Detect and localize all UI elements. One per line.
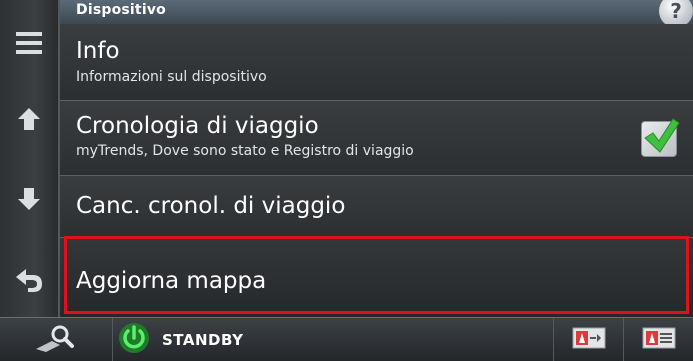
- media-play-button[interactable]: [553, 318, 624, 361]
- list-item-update-map[interactable]: Aggiorna mappa: [60, 238, 693, 319]
- item-subtitle: myTrends, Dove sono stato e Registro di …: [76, 143, 414, 159]
- standby-button[interactable]: STANDBY: [118, 322, 244, 358]
- search-map-icon: [34, 323, 78, 357]
- media-play-icon: [572, 327, 606, 353]
- search-map-button[interactable]: [0, 318, 113, 361]
- settings-list: Info Informazioni sul dispositivo Cronol…: [60, 24, 693, 319]
- power-icon: [118, 322, 150, 358]
- item-title: Cronologia di viaggio: [76, 113, 319, 139]
- arrow-up-icon: [15, 105, 43, 133]
- item-title: Canc. cronol. di viaggio: [76, 193, 346, 219]
- item-subtitle: Informazioni sul dispositivo: [76, 69, 267, 85]
- help-icon: ?: [670, 0, 682, 23]
- media-list-button[interactable]: [623, 318, 693, 361]
- bottom-bar: STANDBY: [0, 317, 693, 361]
- list-item-info[interactable]: Info Informazioni sul dispositivo: [60, 24, 693, 101]
- back-icon: [14, 265, 44, 293]
- page-title: Dispositivo: [76, 2, 166, 18]
- arrow-down-icon: [15, 185, 43, 213]
- list-item-travel-history[interactable]: Cronologia di viaggio myTrends, Dove son…: [60, 101, 693, 176]
- item-title: Info: [76, 38, 120, 64]
- item-title: Aggiorna mappa: [76, 268, 267, 294]
- device-settings-screen: Dispositivo ? Info Informazioni sul disp…: [0, 0, 693, 361]
- travel-history-checkbox[interactable]: [641, 118, 680, 157]
- scroll-down-button[interactable]: [6, 176, 52, 222]
- standby-label: STANDBY: [162, 331, 244, 349]
- menu-icon: [14, 30, 44, 56]
- scroll-up-button[interactable]: [6, 96, 52, 142]
- list-item-clear-travel-history[interactable]: Canc. cronol. di viaggio: [60, 176, 693, 238]
- back-button[interactable]: [6, 256, 52, 302]
- menu-button[interactable]: [6, 20, 52, 66]
- media-list-icon: [642, 327, 676, 353]
- header-bar: Dispositivo ?: [60, 0, 693, 28]
- left-nav-bar: [0, 0, 60, 318]
